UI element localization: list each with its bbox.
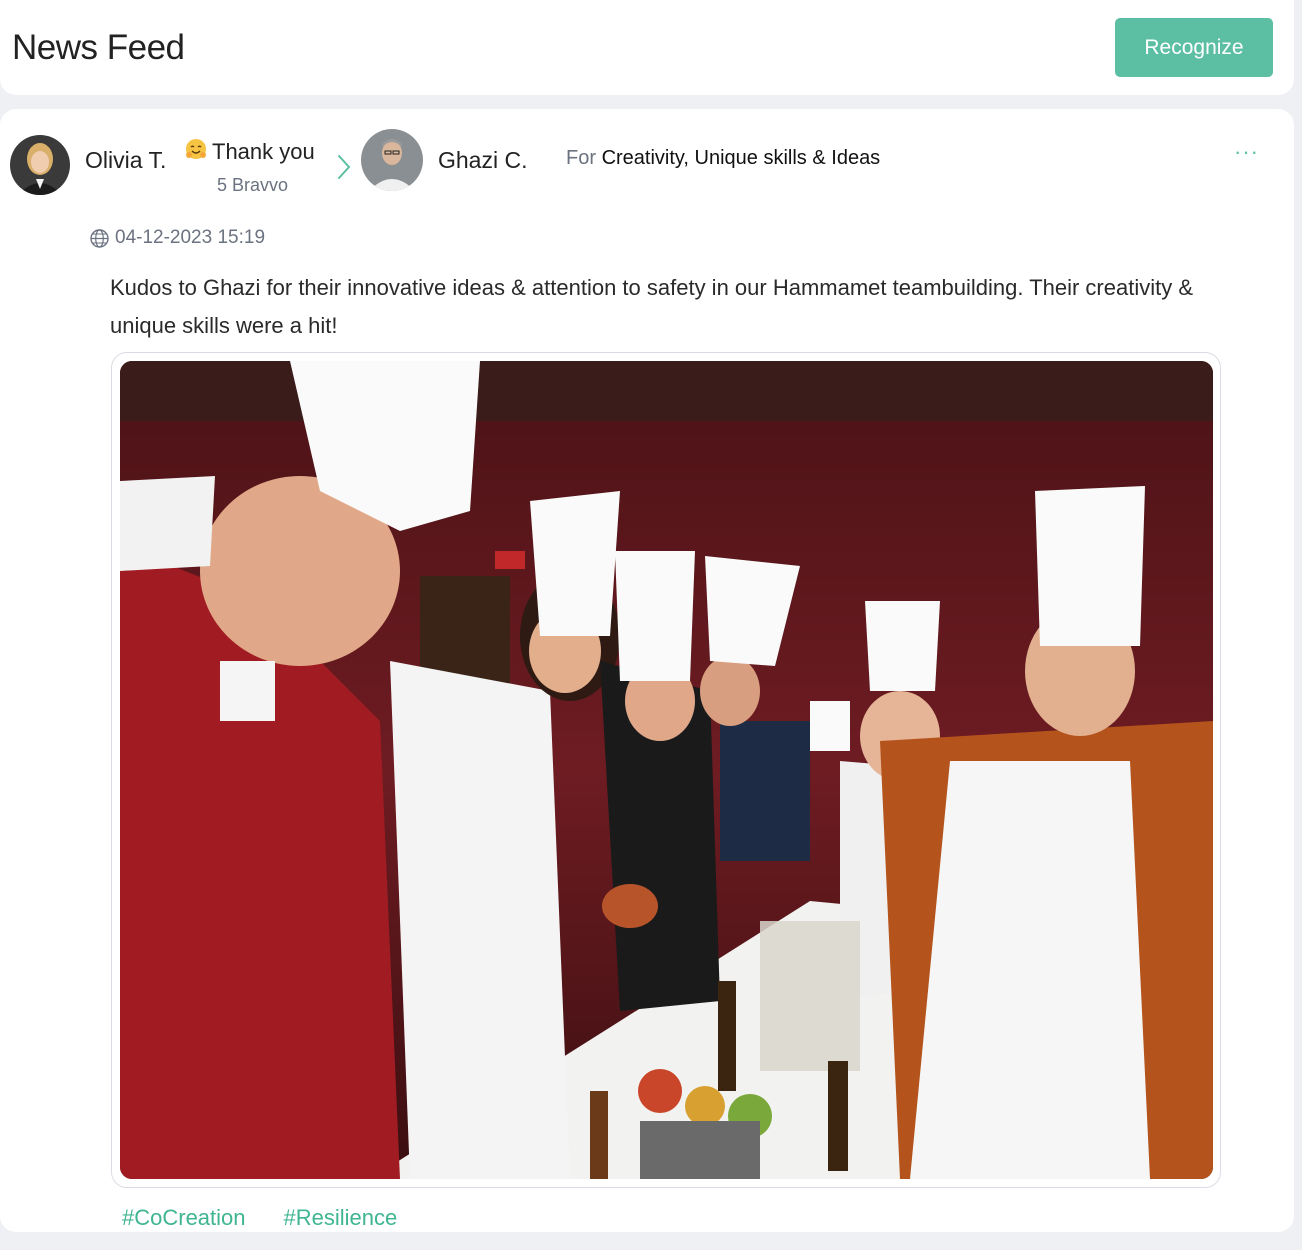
timestamp-text: 04-12-2023 15:19 xyxy=(115,227,266,248)
recipient-name[interactable]: Ghazi C. xyxy=(438,147,527,174)
badge: Thank you xyxy=(184,139,315,165)
hashtag-resilience[interactable]: #Resilience xyxy=(284,1205,398,1231)
recognition-values: For Creativity, Unique skills & Ideas xyxy=(566,147,880,170)
for-prefix: For xyxy=(566,147,596,169)
hugging-face-icon xyxy=(184,137,208,161)
chevron-right-icon xyxy=(335,153,353,181)
sender-avatar[interactable] xyxy=(10,135,70,195)
page-title: News Feed xyxy=(12,28,185,67)
feed-post: Olivia T. Thank you 5 Bravvo Ghazi C. Fo… xyxy=(0,109,1294,1232)
page-header: News Feed Recognize xyxy=(0,0,1294,95)
badge-points: 5 Bravvo xyxy=(217,175,289,195)
hashtag-cocreation[interactable]: #CoCreation xyxy=(122,1205,246,1231)
recipient-avatar[interactable] xyxy=(361,129,423,191)
more-options-icon[interactable]: ··· xyxy=(1234,139,1259,165)
post-image-frame[interactable] xyxy=(111,352,1221,1188)
post-image[interactable] xyxy=(120,361,1213,1179)
post-message: Kudos to Ghazi for their innovative idea… xyxy=(110,275,1194,338)
badge-label: Thank you xyxy=(212,139,315,164)
recognize-button[interactable]: Recognize xyxy=(1115,18,1273,77)
hashtag-list: #CoCreation #Resilience xyxy=(122,1205,397,1231)
sender-name[interactable]: Olivia T. xyxy=(85,147,166,174)
post-timestamp: 04-12-2023 15:19 xyxy=(89,227,265,249)
values-list: Creativity, Unique skills & Ideas xyxy=(601,147,881,169)
globe-icon xyxy=(89,228,110,249)
